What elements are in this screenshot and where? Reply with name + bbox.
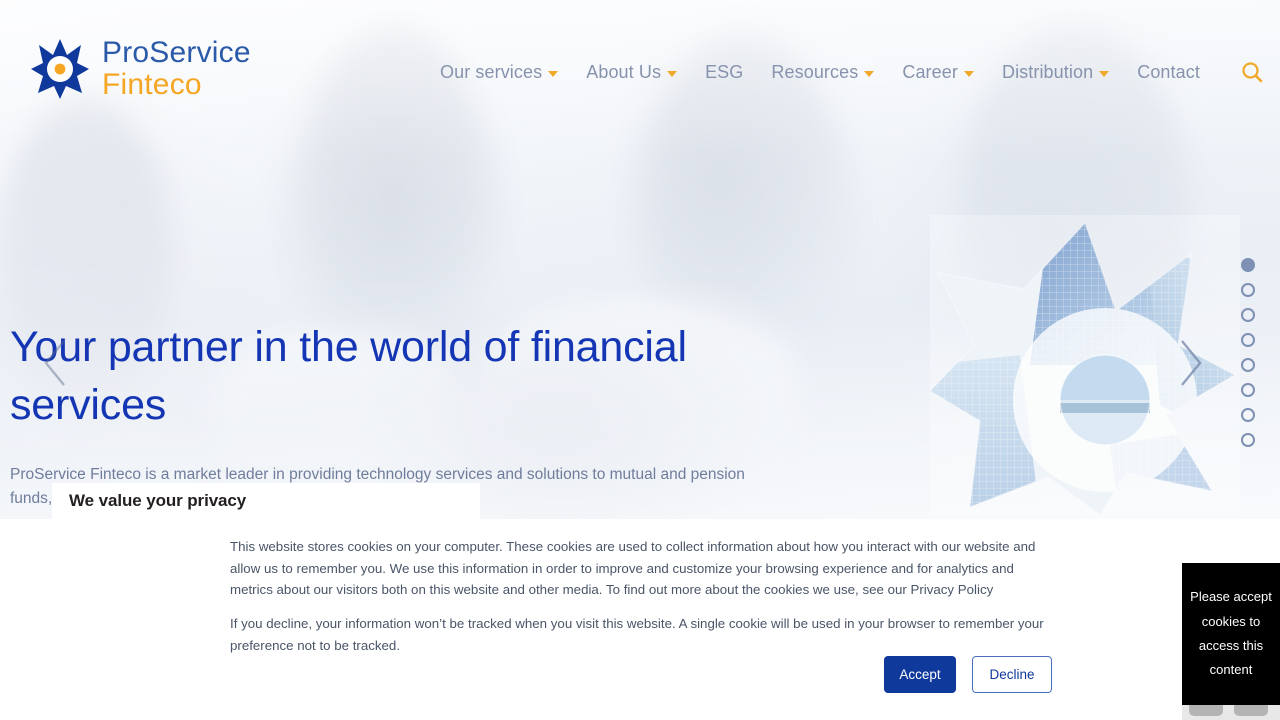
blocked-content-footer xyxy=(1182,705,1280,720)
carousel-dot[interactable] xyxy=(1241,283,1255,297)
brand-wordmark: ProService Finteco xyxy=(102,38,251,100)
nav-item-contact[interactable]: Contact xyxy=(1137,62,1200,83)
blocked-content-placeholder: Please accept cookies to access this con… xyxy=(1182,563,1280,705)
nav-label: ESG xyxy=(705,61,744,82)
chevron-down-icon xyxy=(1099,70,1110,77)
nav-label: Our services xyxy=(440,61,543,82)
accept-cookies-button[interactable]: Accept xyxy=(884,656,956,693)
cookie-banner-body: This website stores cookies on your comp… xyxy=(230,536,1050,656)
nav-item-about-us[interactable]: About Us xyxy=(586,61,678,83)
carousel-pagination xyxy=(1241,258,1255,447)
nav-item-our-services[interactable]: Our services xyxy=(440,61,559,83)
carousel-prev-button[interactable] xyxy=(34,333,78,393)
cookie-banner-actions: Accept Decline xyxy=(884,656,1052,693)
cookie-consent-banner: This website stores cookies on your comp… xyxy=(0,519,1280,720)
privacy-title-panel: We value your privacy xyxy=(52,483,480,519)
chevron-down-icon xyxy=(864,70,875,77)
carousel-dot[interactable] xyxy=(1241,433,1255,447)
blocked-content-message: Please accept cookies to access this con… xyxy=(1190,589,1272,678)
nav-item-esg[interactable]: ESG xyxy=(705,62,743,83)
carousel-dot[interactable] xyxy=(1241,308,1255,322)
hero-title: Your partner in the world of financial s… xyxy=(10,323,687,430)
brand-logo[interactable]: ProService Finteco xyxy=(30,38,251,100)
carousel-dot[interactable] xyxy=(1241,358,1255,372)
chevron-down-icon xyxy=(548,70,559,77)
cookie-paragraph-2: If you decline, your information won’t b… xyxy=(230,616,1044,653)
cookie-banner-title: We value your privacy xyxy=(69,491,247,510)
search-icon[interactable] xyxy=(1240,60,1264,84)
cookie-paragraph-1: This website stores cookies on your comp… xyxy=(230,539,1036,598)
nav-item-resources[interactable]: Resources xyxy=(771,61,875,83)
nav-label: Distribution xyxy=(1001,61,1094,82)
nav-label: About Us xyxy=(586,61,662,82)
nav-label: Career xyxy=(902,61,958,82)
star-burst-logo-icon xyxy=(30,38,90,100)
carousel-dot[interactable] xyxy=(1241,408,1255,422)
nav-label: Resources xyxy=(771,61,859,82)
brand-name-top: ProService xyxy=(102,36,251,69)
brand-name-bottom: Finteco xyxy=(102,68,202,101)
chevron-down-icon xyxy=(963,70,974,77)
main-navigation: Our services About Us ESG Resources Care… xyxy=(440,60,1280,84)
page-root: ProService Finteco Our services About Us… xyxy=(0,0,1280,720)
nav-label: Contact xyxy=(1137,61,1200,82)
decline-cookies-button[interactable]: Decline xyxy=(972,656,1052,693)
carousel-next-button[interactable] xyxy=(1168,333,1212,393)
carousel-dot[interactable] xyxy=(1241,383,1255,397)
nav-item-career[interactable]: Career xyxy=(902,62,974,83)
carousel-dot[interactable] xyxy=(1241,258,1255,272)
site-header: ProService Finteco Our services About Us… xyxy=(0,0,1280,148)
carousel-dot[interactable] xyxy=(1241,333,1255,347)
chevron-down-icon xyxy=(667,70,678,77)
nav-item-distribution[interactable]: Distribution xyxy=(1001,61,1110,83)
